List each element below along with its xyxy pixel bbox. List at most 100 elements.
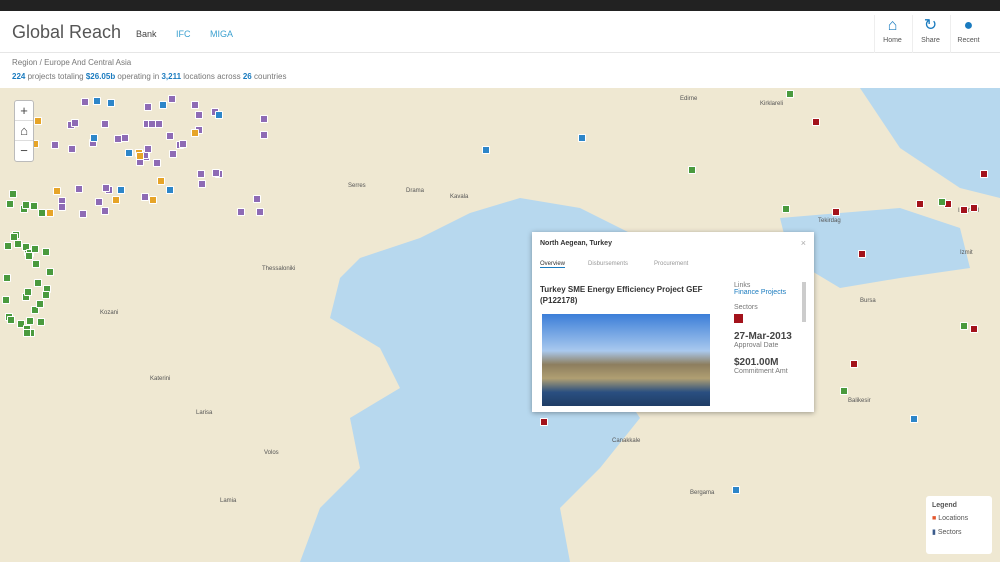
project-marker[interactable] — [112, 195, 121, 204]
project-marker[interactable] — [46, 208, 55, 217]
project-marker[interactable] — [24, 288, 33, 297]
project-marker[interactable] — [970, 325, 978, 333]
project-marker[interactable] — [237, 208, 246, 217]
project-marker[interactable] — [157, 176, 166, 185]
zoom-out-button[interactable]: − — [15, 141, 33, 161]
breadcrumb-root[interactable]: Region — [12, 58, 37, 67]
project-marker[interactable] — [94, 198, 103, 207]
share-button[interactable]: ↻ Share — [912, 15, 948, 53]
project-marker[interactable] — [259, 114, 268, 123]
project-marker[interactable] — [812, 118, 820, 126]
legend-title[interactable]: Legend — [932, 502, 986, 509]
project-marker[interactable] — [50, 141, 59, 150]
project-marker[interactable] — [211, 168, 220, 177]
project-marker[interactable] — [980, 170, 988, 178]
project-marker[interactable] — [37, 209, 46, 218]
project-marker[interactable] — [80, 98, 89, 106]
home-button[interactable]: ⌂ Home — [874, 15, 910, 53]
tab-procurement[interactable]: Procurement — [654, 261, 688, 267]
project-marker[interactable] — [196, 169, 205, 178]
project-marker[interactable] — [102, 183, 111, 192]
project-marker[interactable] — [786, 90, 794, 98]
project-marker[interactable] — [259, 130, 268, 139]
project-marker[interactable] — [23, 328, 31, 337]
tab-overview[interactable]: Overview — [540, 261, 566, 268]
project-marker[interactable] — [124, 148, 133, 157]
project-marker[interactable] — [3, 274, 12, 283]
project-marker[interactable] — [159, 100, 168, 109]
project-marker[interactable] — [191, 129, 200, 138]
project-marker[interactable] — [910, 415, 918, 423]
project-marker[interactable] — [21, 200, 30, 209]
project-marker[interactable] — [782, 205, 790, 213]
project-marker[interactable] — [135, 151, 144, 160]
project-marker[interactable] — [34, 279, 43, 288]
project-marker[interactable] — [79, 210, 88, 219]
project-marker[interactable] — [75, 184, 84, 193]
finance-projects-link[interactable]: Finance Projects — [734, 289, 792, 296]
project-marker[interactable] — [143, 144, 152, 153]
project-marker[interactable] — [191, 101, 200, 110]
project-marker[interactable] — [4, 241, 13, 250]
project-marker[interactable] — [255, 208, 264, 217]
project-marker[interactable] — [165, 186, 174, 195]
project-marker[interactable] — [970, 204, 978, 212]
project-marker[interactable] — [960, 206, 968, 214]
project-marker[interactable] — [152, 159, 161, 168]
project-marker[interactable] — [7, 315, 16, 324]
project-marker[interactable] — [858, 250, 866, 258]
project-marker[interactable] — [30, 202, 39, 211]
scrollbar[interactable] — [802, 282, 806, 322]
tab-ifc[interactable]: IFC — [176, 29, 191, 39]
project-marker[interactable] — [52, 187, 61, 196]
project-marker[interactable] — [106, 99, 115, 108]
project-marker[interactable] — [148, 195, 157, 204]
project-marker[interactable] — [116, 186, 125, 195]
project-marker[interactable] — [14, 240, 23, 249]
project-marker[interactable] — [938, 198, 946, 206]
project-marker[interactable] — [9, 190, 18, 199]
project-marker[interactable] — [34, 116, 43, 125]
project-marker[interactable] — [26, 316, 35, 325]
project-marker[interactable] — [114, 134, 123, 143]
project-marker[interactable] — [10, 232, 19, 241]
project-marker[interactable] — [214, 111, 223, 120]
project-marker[interactable] — [143, 102, 152, 111]
project-marker[interactable] — [120, 134, 129, 142]
project-marker[interactable] — [101, 206, 110, 215]
project-marker[interactable] — [100, 120, 109, 129]
project-marker[interactable] — [90, 134, 99, 143]
project-marker[interactable] — [840, 387, 848, 395]
project-marker[interactable] — [71, 118, 80, 127]
project-marker[interactable] — [960, 322, 968, 330]
project-marker[interactable] — [688, 166, 696, 174]
project-marker[interactable] — [578, 134, 586, 142]
tab-disbursements[interactable]: Disbursements — [588, 261, 628, 267]
project-marker[interactable] — [165, 131, 174, 140]
home-extent-button[interactable]: ⌂ — [15, 121, 33, 141]
legend-locations[interactable]: Locations — [938, 515, 968, 522]
project-marker[interactable] — [2, 295, 11, 304]
project-marker[interactable] — [93, 97, 102, 106]
project-marker[interactable] — [35, 299, 44, 308]
project-marker[interactable] — [916, 200, 924, 208]
project-marker[interactable] — [41, 291, 50, 300]
recent-button[interactable]: ● Recent — [950, 15, 986, 53]
project-marker[interactable] — [197, 180, 206, 189]
tab-miga[interactable]: MIGA — [210, 29, 233, 39]
project-marker[interactable] — [850, 360, 858, 368]
project-marker[interactable] — [58, 203, 67, 212]
project-marker[interactable] — [41, 248, 50, 257]
project-marker[interactable] — [140, 192, 149, 201]
project-marker[interactable] — [31, 259, 40, 268]
project-marker[interactable] — [24, 252, 33, 261]
map[interactable]: Edirne Kirklareli Istanbul Tekirdag Thessalo… — [0, 88, 1000, 562]
project-marker[interactable] — [167, 94, 176, 103]
project-marker[interactable] — [832, 208, 840, 216]
project-marker[interactable] — [45, 267, 54, 276]
project-marker[interactable] — [168, 150, 177, 159]
project-marker[interactable] — [148, 120, 157, 129]
project-marker[interactable] — [67, 145, 76, 154]
project-marker[interactable] — [732, 486, 740, 494]
project-marker[interactable] — [194, 110, 203, 119]
